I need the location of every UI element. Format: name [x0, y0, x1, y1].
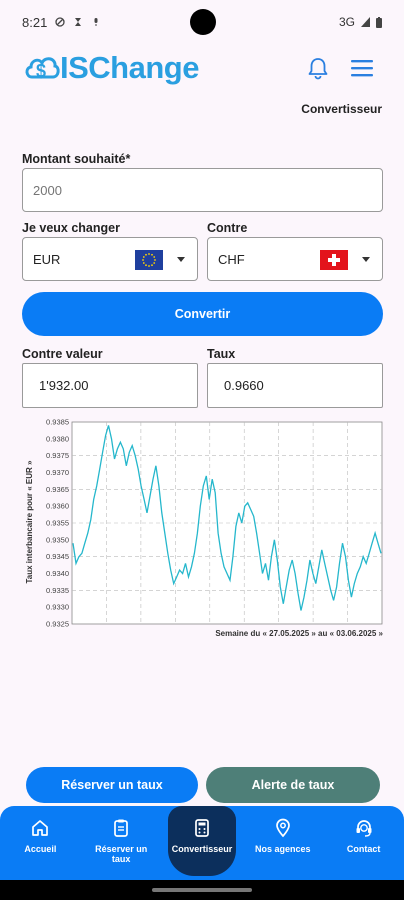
system-nav-bar — [0, 880, 404, 900]
rate-chart: 0.9385 0.9380 0.9375 0.9370 0.9365 0.9360 0.93… — [25, 418, 384, 639]
nav-item-contact[interactable]: Contact — [323, 806, 404, 880]
counter-value-field: 1'932.00 — [22, 363, 198, 408]
chart-x-axis-label: Semaine du « 27.05.2025 » au « 03.06.202… — [215, 629, 383, 638]
hourglass-icon — [75, 18, 82, 26]
signal-icon — [361, 17, 370, 27]
nav-label-converter: Convertisseur — [171, 844, 233, 854]
swiss-flag-icon — [320, 250, 348, 270]
rate-alert-button[interactable]: Alerte de taux — [206, 767, 380, 803]
home-icon — [32, 820, 49, 836]
hamburger-menu-icon[interactable] — [348, 54, 376, 82]
chevron-down-icon — [177, 257, 185, 262]
dnd-icon — [55, 17, 65, 27]
counter-value: 1'932.00 — [39, 378, 89, 393]
nav-item-agencies[interactable]: Nos agences — [242, 806, 323, 880]
rate-label: Taux — [207, 347, 236, 361]
headset-icon — [356, 820, 372, 837]
change-label: Je veux changer — [22, 221, 120, 235]
currency-from-value: EUR — [33, 251, 61, 267]
nav-label-contact: Contact — [346, 844, 381, 854]
chart-y-tick-label: 0.9355 — [46, 519, 69, 528]
logo-text: ISChange — [60, 50, 199, 85]
chart-y-tick-label: 0.9380 — [46, 434, 69, 443]
app-header: $ ISChange — [0, 46, 404, 90]
clipboard-icon — [114, 819, 129, 837]
chart-y-tick-label: 0.9325 — [46, 620, 69, 629]
nav-item-reserve[interactable]: Réserver un taux — [81, 806, 162, 880]
chart-y-tick-label: 0.9335 — [46, 586, 69, 595]
chart-y-axis-label: Taux interbancaire pour « EUR » — [25, 460, 34, 584]
chart-y-tick-label: 0.9375 — [46, 451, 69, 460]
bell-icon[interactable] — [304, 54, 332, 82]
nav-item-home[interactable]: Accueil — [0, 806, 81, 880]
currency-to-value: CHF — [218, 251, 245, 267]
amount-input[interactable] — [33, 182, 382, 198]
nav-item-converter[interactable]: Convertisseur — [162, 806, 243, 880]
chart-y-tick-label: 0.9330 — [46, 603, 69, 612]
cloud-s-logo-icon: $ — [25, 57, 60, 81]
chart-y-tick-label: 0.9370 — [46, 468, 69, 477]
mic-icon — [94, 18, 98, 26]
chart-y-tick-label: 0.9345 — [46, 552, 69, 561]
location-pin-icon — [275, 818, 290, 838]
chart-y-tick-label: 0.9340 — [46, 569, 69, 578]
convert-button[interactable]: Convertir — [22, 292, 383, 336]
rate-value: 0.9660 — [224, 378, 264, 393]
rate-field: 0.9660 — [207, 363, 383, 408]
counter-value-label: Contre valeur — [22, 347, 103, 361]
chart-y-tick-label: 0.9360 — [46, 502, 69, 511]
nav-label-agencies: Nos agences — [255, 844, 311, 854]
chevron-down-icon — [362, 257, 370, 262]
camera-cutout — [190, 9, 216, 35]
bottom-nav: Accueil Réserver un taux Convertisseur N… — [0, 806, 404, 880]
svg-text:$: $ — [36, 61, 46, 81]
currency-from-select[interactable]: EUR — [22, 237, 198, 281]
calculator-icon — [195, 819, 209, 837]
nav-label-reserve: Réserver un taux — [95, 844, 148, 864]
status-time: 8:21 — [22, 14, 48, 30]
chart-y-tick-label: 0.9350 — [46, 535, 69, 544]
eu-flag-icon — [135, 250, 163, 270]
breadcrumb: Convertisseur — [301, 102, 382, 116]
amount-field-box — [22, 168, 383, 212]
battery-icon — [376, 16, 382, 28]
chart-y-tick-label: 0.9365 — [46, 485, 69, 494]
home-indicator — [152, 888, 252, 892]
reserve-rate-button[interactable]: Réserver un taux — [26, 767, 198, 803]
chart-y-ticks: 0.9385 0.9380 0.9375 0.9370 0.9365 0.9360 0.93… — [46, 418, 69, 629]
nav-label-home: Accueil — [24, 844, 57, 854]
amount-label: Montant souhaité* — [22, 152, 131, 166]
app-logo[interactable]: $ ISChange — [24, 50, 199, 86]
chart-y-tick-label: 0.9385 — [46, 418, 69, 427]
currency-to-select[interactable]: CHF — [207, 237, 383, 281]
against-label: Contre — [207, 221, 248, 235]
network-type: 3G — [338, 15, 355, 29]
